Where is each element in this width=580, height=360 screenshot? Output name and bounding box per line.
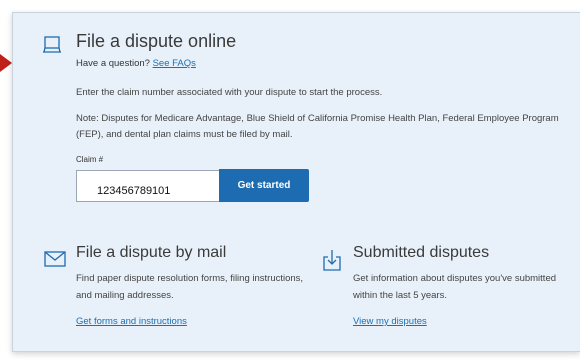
claim-number-input[interactable] [76, 170, 219, 202]
view-my-disputes-link[interactable]: View my disputes [353, 316, 427, 327]
get-started-button[interactable]: Get started [219, 169, 309, 202]
get-forms-link[interactable]: Get forms and instructions [76, 316, 187, 327]
claim-number-label: Claim # [76, 155, 104, 164]
laptop-icon [43, 36, 61, 53]
see-faqs-link[interactable]: See FAQs [153, 58, 196, 69]
claim-instruction: Enter the claim number associated with y… [76, 87, 383, 98]
submitted-description: Get information about disputes you've su… [353, 273, 557, 301]
envelope-icon [44, 251, 66, 267]
online-section-title: File a dispute online [76, 31, 237, 51]
download-icon [323, 250, 341, 271]
faq-question: Have a question? See FAQs [76, 58, 196, 69]
red-arrow-pointer [0, 54, 12, 72]
mail-section-title: File a dispute by mail [76, 244, 227, 261]
question-text: Have a question? [76, 58, 153, 69]
submitted-section-title: Submitted disputes [353, 244, 490, 261]
mail-only-note: Note: Disputes for Medicare Advantage, B… [76, 113, 559, 140]
mail-description: Find paper dispute resolution forms, fil… [76, 273, 304, 301]
